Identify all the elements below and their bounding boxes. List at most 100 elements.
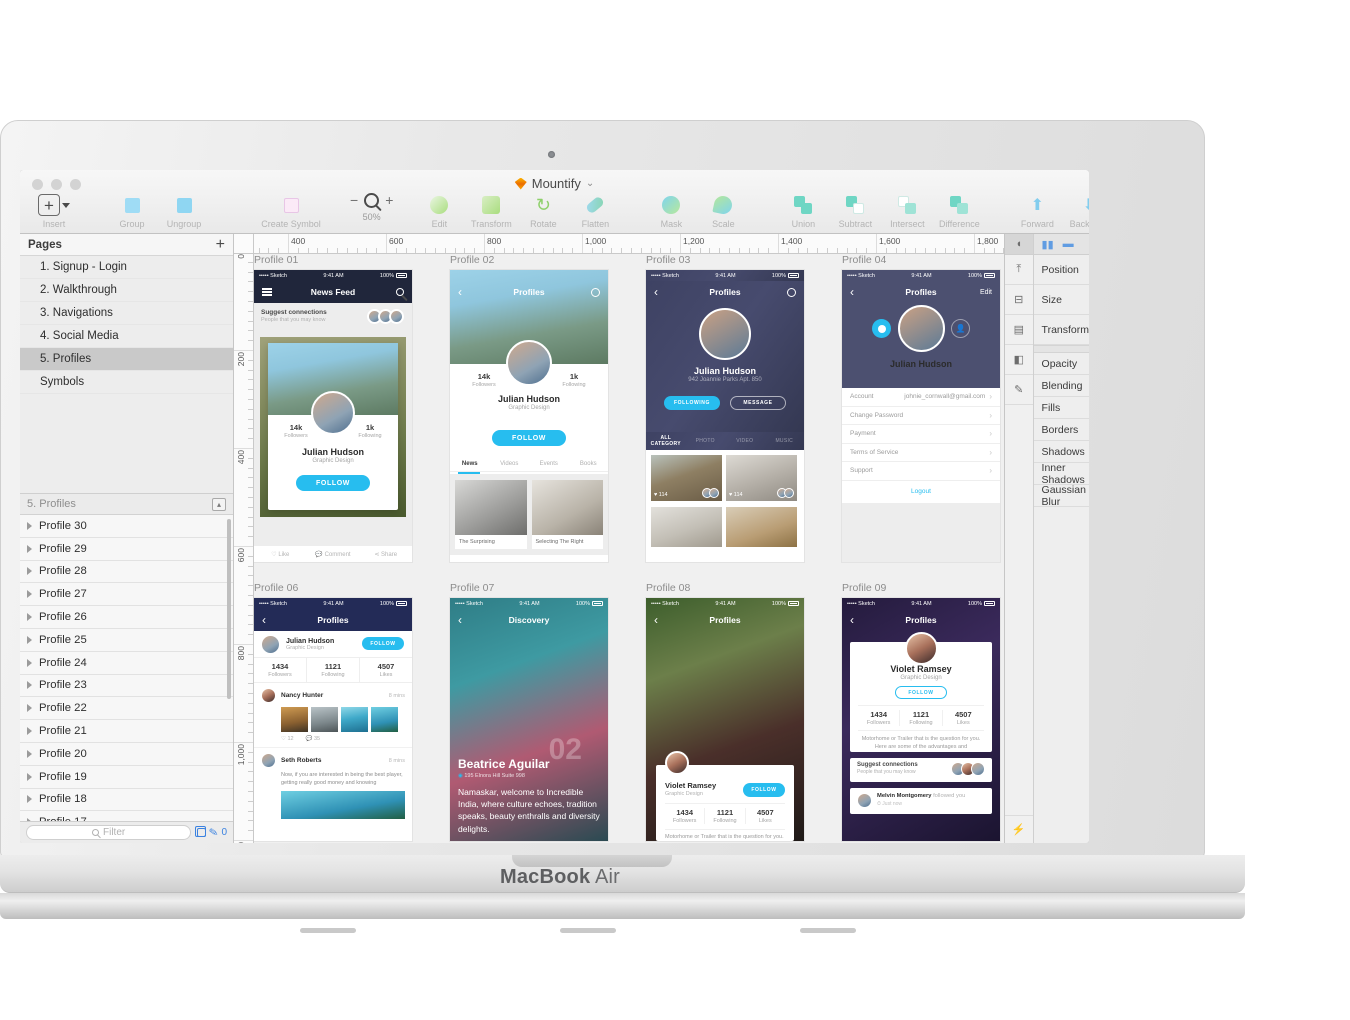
inspector-row-position[interactable]: Position (1033, 255, 1089, 285)
artboard-profile-06[interactable]: Profile 06 ••••• Sketch 9:41 AM 100% ‹ P… (254, 582, 412, 841)
disclosure-triangle-icon[interactable] (27, 795, 32, 804)
artboard-title[interactable]: Profile 02 (450, 254, 608, 266)
follow-button[interactable]: FOLLOW (895, 686, 947, 699)
artboard-profile-01[interactable]: Profile 01 ••••• Sketch 9:41 AM 100% New… (254, 254, 412, 562)
disclosure-triangle-icon[interactable] (27, 567, 32, 576)
post-thumb[interactable] (311, 707, 338, 732)
follow-button[interactable]: FOLLOW (743, 783, 785, 797)
artboard-title[interactable]: Profile 09 (842, 582, 1000, 594)
toolbar-insert[interactable]: + Insert (28, 192, 80, 229)
vertical-ruler[interactable]: 0 200 400 600 800 1,000 1,200 (234, 234, 254, 843)
tab-music[interactable]: MUSIC (765, 438, 805, 444)
inspector-row-blending[interactable]: Blending (1033, 375, 1089, 397)
disclosure-triangle-icon[interactable] (27, 704, 32, 713)
toolbar-backward[interactable]: ⬇ Backward (1063, 192, 1089, 229)
post-thumb[interactable] (371, 707, 398, 732)
canvas-area[interactable]: 4006008001,0001,2001,4001,6001,8002,000 … (234, 234, 1004, 843)
list-item[interactable]: Profile 18 (20, 788, 233, 812)
inspector-row-gaussian-blur[interactable]: Gaussian Blur (1033, 484, 1089, 508)
collapse-icon[interactable]: ▴ (212, 497, 226, 511)
inspector-tab-layout[interactable]: ▮▮ (1042, 238, 1054, 251)
list-item[interactable]: Profile 17 (20, 811, 233, 821)
artboard-profile-09[interactable]: Profile 09 ••••• Sketch 9:41 AM 100% ‹ P… (842, 582, 1000, 841)
inspector-row-inner-shadows[interactable]: Inner Shadows (1033, 462, 1089, 486)
share-button[interactable]: ⋖ Share (359, 551, 412, 558)
horizontal-ruler[interactable]: 4006008001,0001,2001,4001,6001,8002,000 (234, 234, 1004, 254)
comment-button[interactable]: 💬 Comment (307, 551, 360, 558)
search-icon[interactable] (396, 288, 404, 296)
disclosure-triangle-icon[interactable] (27, 818, 32, 821)
disclosure-triangle-icon[interactable] (27, 613, 32, 622)
artboard-title[interactable]: Profile 01 (254, 254, 412, 266)
toolbar-forward[interactable]: ⬆ Forward (1011, 192, 1063, 229)
toolbar-transform[interactable]: Transform (465, 192, 517, 229)
pencil-icon[interactable]: ✎ (208, 825, 219, 839)
artboard-title[interactable]: Profile 06 (254, 582, 412, 594)
toolbar-intersect[interactable]: Intersect (881, 192, 933, 229)
follow-button[interactable]: FOLLOW (362, 637, 404, 650)
inspector-toggle-icon[interactable]: ◖ (1005, 234, 1033, 255)
inspector-tab-grid[interactable]: ▬ (1063, 238, 1074, 250)
export-icon[interactable]: ⤒ (1005, 255, 1033, 285)
toolbar-group[interactable]: Group (106, 192, 158, 229)
post-image[interactable] (281, 790, 405, 819)
list-item[interactable]: Profile 19 (20, 765, 233, 789)
thumb-card[interactable]: Selecting The Right (531, 480, 603, 549)
like-button[interactable]: ♡ Like (254, 551, 307, 558)
tab-bar[interactable]: News Videos Events Books (450, 456, 608, 472)
text-style-icon[interactable]: ▤ (1005, 315, 1033, 345)
inspector-row-shadows[interactable]: Shadows (1033, 441, 1089, 463)
filter-tools[interactable]: ✎ 0 (195, 825, 227, 840)
logout-button[interactable]: Logout (842, 481, 1000, 503)
notification-row[interactable]: Melvin Montgomery followed you ⏱ Just no… (850, 788, 992, 814)
list-item[interactable]: Profile 26 (20, 606, 233, 629)
list-item[interactable]: Profile 23 (20, 674, 233, 698)
page-item-social-media[interactable]: 4. Social Media (20, 325, 233, 348)
tab-video[interactable]: VIDEO (725, 438, 765, 444)
thumb-card[interactable]: The Surprising (455, 480, 527, 549)
list-item[interactable]: Profile 22 (20, 697, 233, 721)
suggest-connections[interactable]: Suggest connections People that you may … (850, 758, 992, 782)
disclosure-triangle-icon[interactable] (27, 727, 32, 736)
inspector-row-fills[interactable]: Fills (1033, 397, 1089, 419)
toolbar-difference[interactable]: Difference (933, 192, 985, 229)
disclosure-triangle-icon[interactable] (27, 544, 32, 553)
toolbar-rotate[interactable]: ↻ Rotate (517, 192, 569, 229)
disclosure-triangle-icon[interactable] (27, 772, 32, 781)
toolbar-union[interactable]: Union (777, 192, 829, 229)
tab-books[interactable]: Books (569, 461, 609, 467)
artboard-profile-07[interactable]: Profile 07 ••••• Sketch 9:41 AM 100% ‹ D… (450, 582, 608, 841)
settings-row-terms[interactable]: Terms of Service › (842, 444, 1000, 462)
media-tile[interactable]: ♥ 114 (726, 455, 797, 501)
toolbar-edit[interactable]: Edit (413, 192, 465, 229)
filter-input[interactable]: Filter (26, 825, 192, 840)
artboard-profile-04[interactable]: Profile 04 ••••• Sketch 9:41 AM 100% ‹ P… (842, 254, 1000, 562)
media-tile[interactable] (651, 507, 722, 547)
duplicate-icon[interactable] (195, 826, 207, 837)
disclosure-triangle-icon[interactable] (27, 681, 32, 690)
add-page-button[interactable]: + (216, 236, 225, 253)
toolbar-flatten[interactable]: Flatten (569, 192, 621, 229)
toolbar-scale[interactable]: Scale (697, 192, 749, 229)
media-tile[interactable]: ♥ 114 (651, 455, 722, 501)
inspector-row-borders[interactable]: Borders (1033, 419, 1089, 441)
bolt-icon[interactable]: ⚡ (1005, 815, 1033, 843)
follow-button[interactable]: FOLLOW (492, 430, 566, 446)
add-person-icon[interactable]: 👤 (951, 319, 970, 338)
tab-photo[interactable]: PHOTO (686, 438, 726, 444)
tab-videos[interactable]: Videos (490, 461, 530, 467)
disclosure-triangle-icon[interactable] (27, 521, 32, 530)
artboards-canvas[interactable]: Profile 01 ••••• Sketch 9:41 AM 100% New… (254, 254, 1004, 843)
settings-row-payment[interactable]: Payment › (842, 425, 1000, 444)
list-item[interactable]: Profile 29 (20, 537, 233, 561)
post-thumb[interactable] (281, 707, 308, 732)
distribute-icon[interactable]: ⊟ (1005, 285, 1033, 315)
media-tile[interactable] (726, 507, 797, 547)
zoom-out-button[interactable]: − (350, 192, 358, 208)
inspector-row-size[interactable]: Size (1033, 285, 1089, 315)
list-item[interactable]: Profile 24 (20, 651, 233, 675)
zoom-in-button[interactable]: + (385, 192, 393, 208)
post-thumb[interactable] (341, 707, 368, 732)
category-tabs[interactable]: ALL CATEGORY PHOTO VIDEO MUSIC (646, 432, 804, 450)
toolbar-mask[interactable]: Mask (645, 192, 697, 229)
